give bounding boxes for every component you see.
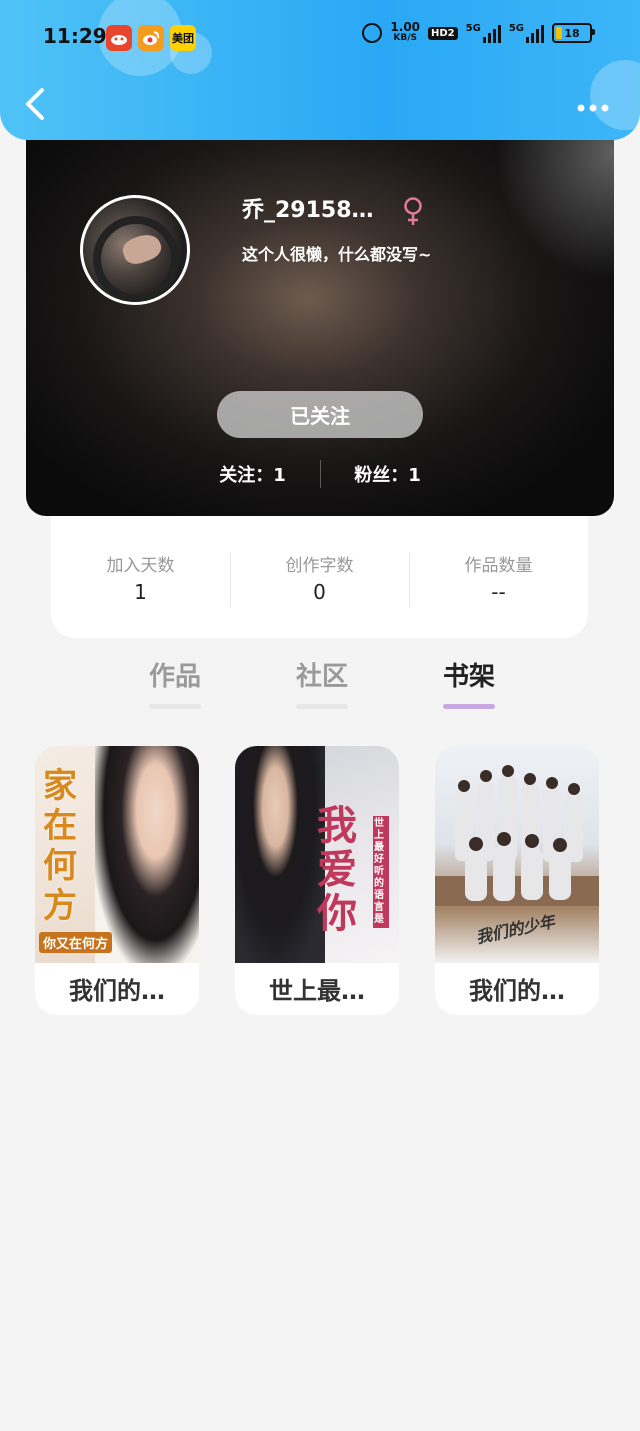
book-card[interactable]: 家在何方 你又在何方 我们的… [35, 746, 199, 1015]
battery-level: 18 [564, 26, 580, 40]
cover-subtitle: 你又在何方 [39, 932, 113, 953]
stat-label: 创作字数 [285, 555, 354, 576]
signal-2-icon: 5G [509, 23, 544, 43]
more-horizontal-icon[interactable] [576, 94, 610, 114]
alarm-icon [362, 23, 383, 43]
tab-bookshelf[interactable]: 书架 [396, 656, 542, 716]
signal-2-label: 5G [508, 23, 524, 34]
network-speed: 1.00 KB/S [390, 20, 421, 44]
tab-label: 社区 [295, 662, 348, 692]
signal-1-label: 5G [465, 23, 481, 34]
stat-join-days: 加入天数 1 [51, 551, 230, 604]
stat-value: 0 [313, 579, 326, 604]
status-time: 11:29 [43, 24, 107, 48]
battery-icon: 18 [552, 23, 595, 43]
book-title: 我们的… [469, 977, 565, 1005]
book-cover: 家在何方 你又在何方 [35, 746, 199, 963]
tab-label: 书架 [442, 662, 495, 692]
stat-value: 1 [134, 579, 147, 604]
tab-underline [443, 704, 495, 709]
chevron-left-icon[interactable] [22, 86, 62, 126]
speed-value: 1.00 [390, 20, 421, 34]
cover-title: 家在何方 [43, 766, 77, 926]
signal-1-icon: 5G [466, 23, 501, 43]
cover-title: 我爱你 [317, 803, 357, 937]
book-card[interactable]: 我们的少年 我们的… [435, 746, 599, 1015]
profile-card: 乔_29158… 这个人很懒，什么都没写~ 已关注 关注：1 粉丝：1 [26, 120, 614, 516]
stat-label: 作品数量 [464, 555, 533, 576]
stat-works-count: 作品数量 -- [409, 551, 588, 607]
followers-count[interactable]: 粉丝：1 [321, 461, 455, 487]
user-bio: 这个人很懒，什么都没写~ [242, 245, 432, 264]
meituan-label: 美团 [172, 32, 194, 45]
profile-tabs: 作品 社区 书架 [102, 656, 542, 716]
tab-underline [149, 704, 201, 709]
speed-unit: KB/S [393, 33, 418, 43]
cover-subtitle: 世上最好听的语言是 [373, 816, 389, 928]
top-header: 11:29 美团 1.00 KB/S HD2 5G 5G 18 [0, 0, 640, 140]
hd-badge: HD2 [428, 26, 458, 40]
book-card[interactable]: 我爱你 世上最好听的语言是 世上最… [235, 746, 399, 1015]
following-count[interactable]: 关注：1 [186, 461, 320, 487]
stat-label: 加入天数 [106, 555, 175, 576]
tab-label: 作品 [148, 662, 201, 692]
stats-card: 加入天数 1 创作字数 0 作品数量 -- [51, 516, 588, 638]
weibo-icon [138, 25, 164, 51]
tab-underline [296, 704, 348, 709]
stat-word-count: 创作字数 0 [230, 551, 409, 607]
book-title: 我们的… [69, 977, 165, 1005]
bookshelf-grid: 家在何方 你又在何方 我们的… 我爱你 世上最好听的语言是 世上最… 我们的少年… [35, 746, 599, 1015]
app-red-icon [106, 25, 132, 51]
tab-works[interactable]: 作品 [102, 656, 248, 716]
female-icon [398, 196, 428, 226]
avatar[interactable] [80, 195, 190, 305]
book-cover: 我爱你 世上最好听的语言是 [235, 746, 399, 963]
stat-value: -- [491, 579, 506, 604]
meituan-icon: 美团 [170, 25, 196, 51]
tab-community[interactable]: 社区 [249, 656, 395, 716]
follow-counts: 关注：1 粉丝：1 [26, 460, 614, 488]
book-title: 世上最… [269, 977, 365, 1005]
follow-button[interactable]: 已关注 [217, 391, 423, 438]
book-cover: 我们的少年 [435, 746, 599, 963]
status-indicators: 1.00 KB/S HD2 5G 5G 18 [362, 20, 595, 44]
username: 乔_29158… [242, 198, 374, 223]
